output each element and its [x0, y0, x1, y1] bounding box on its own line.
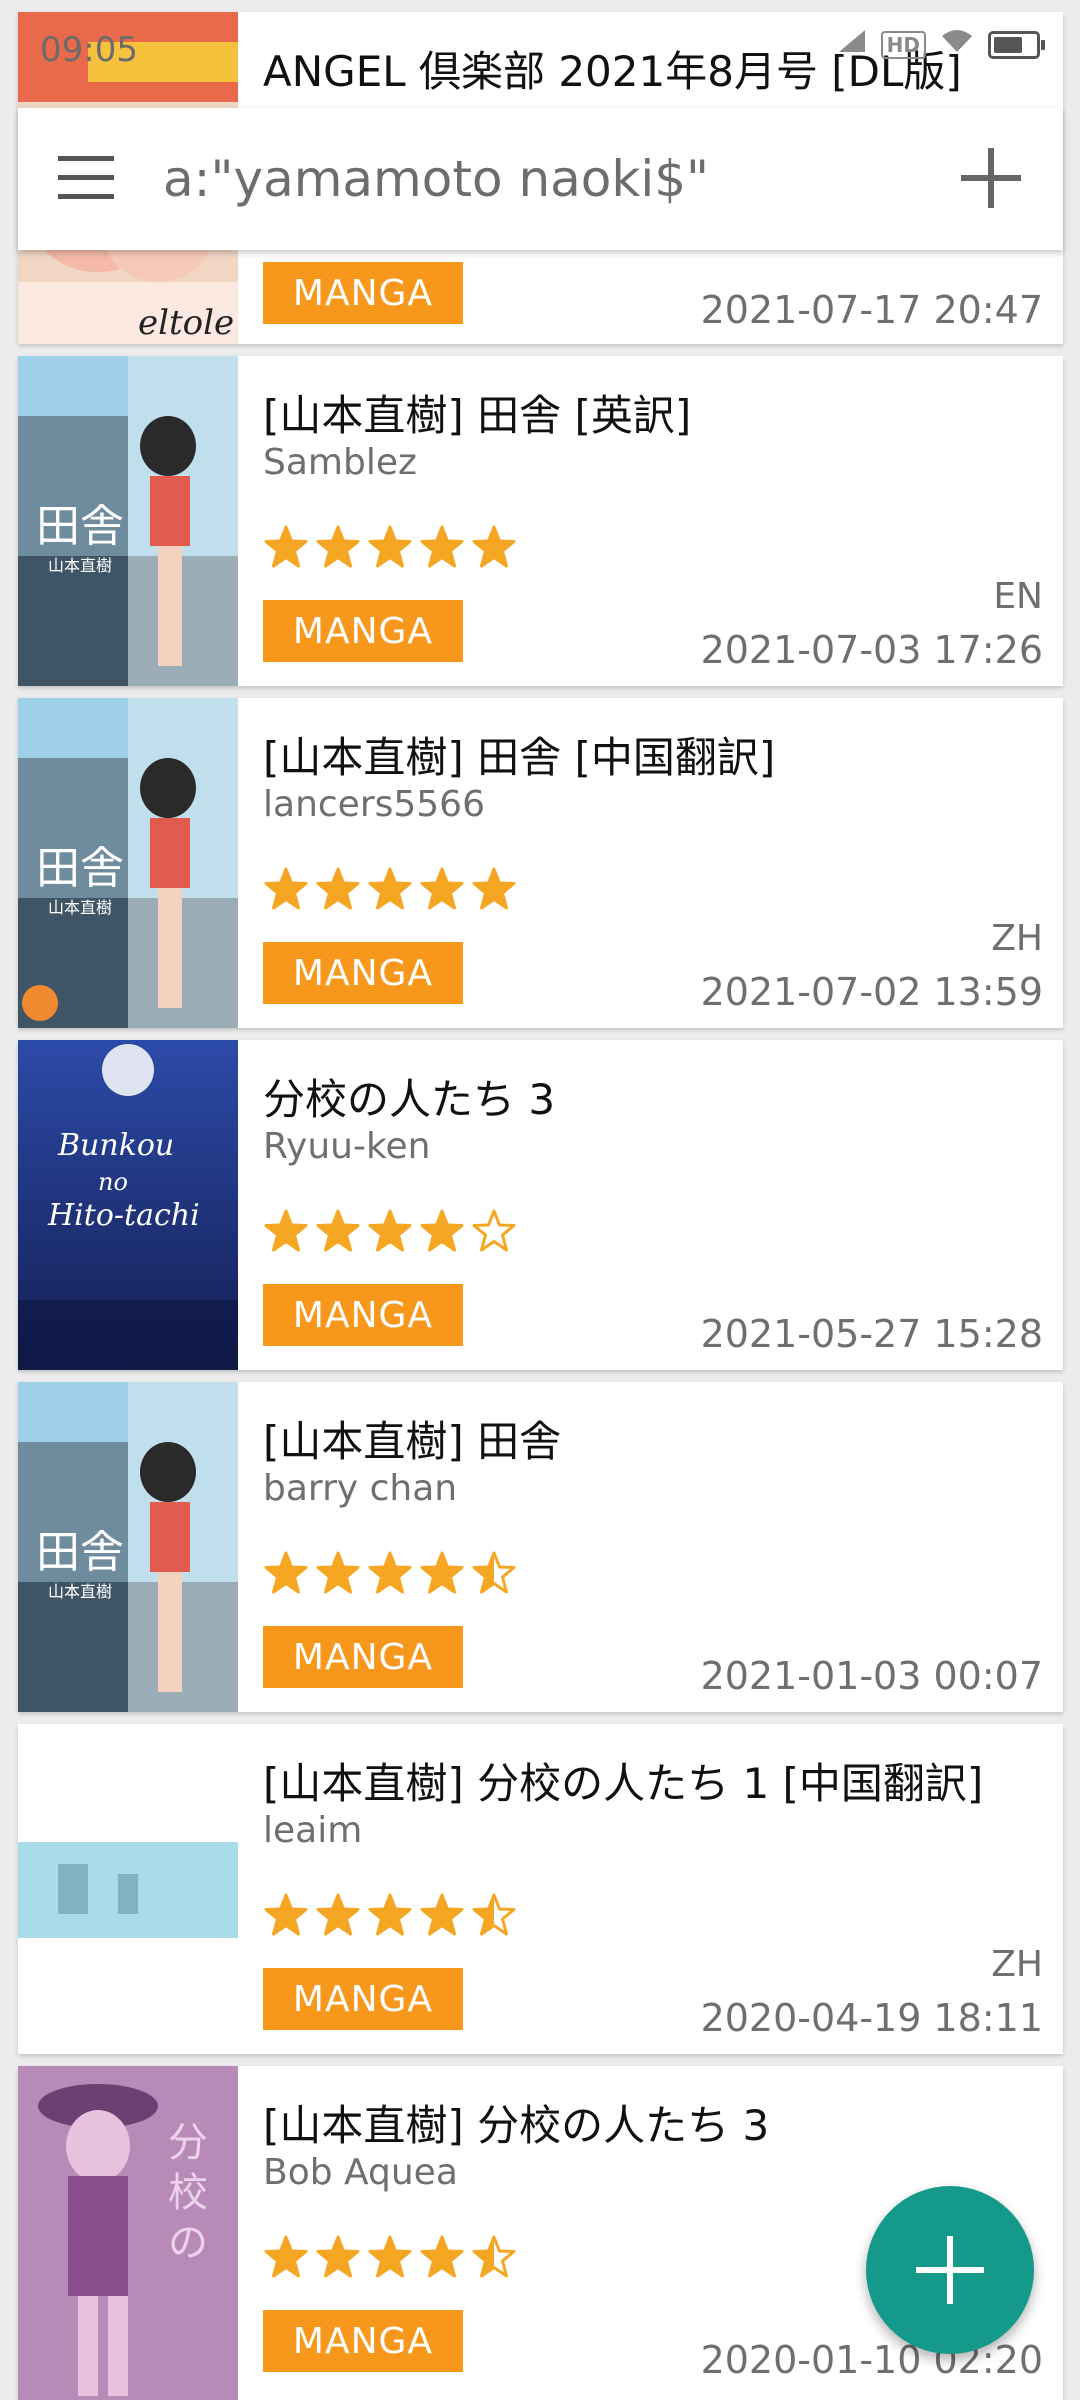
search-bar[interactable]: a:"yamamoto naoki$": [18, 108, 1063, 250]
upload-date: 2020-01-10 02:20: [700, 2338, 1043, 2382]
uploader-name: Bob Aquea: [263, 2152, 458, 2193]
cover-thumbnail: 分 校 の: [18, 2066, 238, 2400]
star-full-icon: [264, 525, 308, 568]
gallery-card[interactable]: 田舎 山本直樹 [山本直樹] 田舎 [英訳] Samblez MANGA EN …: [18, 356, 1063, 686]
star-full-icon: [420, 867, 464, 910]
add-fab-button[interactable]: [866, 2186, 1034, 2354]
star-full-icon: [316, 1551, 360, 1594]
star-full-icon: [316, 1893, 360, 1936]
star-full-icon: [420, 1209, 464, 1252]
star-full-icon: [472, 525, 516, 568]
gallery-card[interactable]: 田舎 山本直樹 [山本直樹] 田舎 [中国翻訳] lancers5566 MAN…: [18, 698, 1063, 1028]
language-label: ZH: [991, 1944, 1043, 1985]
svg-text:no: no: [98, 1168, 128, 1196]
star-full-icon: [316, 867, 360, 910]
svg-text:eltole: eltole: [138, 303, 234, 343]
star-full-icon: [368, 1893, 412, 1936]
rating-stars: [263, 1550, 517, 1596]
gallery-card[interactable]: [山本直樹] 分校の人たち 1 [中国翻訳] leaim MANGA ZH 20…: [18, 1724, 1063, 2054]
gallery-title: [山本直樹] 田舎 [英訳]: [263, 391, 692, 440]
category-badge: MANGA: [263, 1284, 463, 1346]
star-full-icon: [264, 1893, 308, 1936]
uploader-name: Samblez: [263, 442, 417, 483]
upload-date: 2020-04-19 18:11: [700, 1996, 1043, 2040]
cover-thumbnail: 田舎 山本直樹: [18, 1382, 238, 1712]
category-badge: MANGA: [263, 1968, 463, 2030]
rating-stars: [263, 524, 517, 570]
gallery-card[interactable]: Bunkou no Hito-tachi 分校の人たち 3 Ryuu-ken M…: [18, 1040, 1063, 1370]
star-full-icon: [264, 1209, 308, 1252]
star-full-icon: [368, 1551, 412, 1594]
category-badge: MANGA: [263, 1626, 463, 1688]
uploader-name: lancers5566: [263, 784, 485, 825]
rating-stars: [263, 1208, 517, 1254]
star-full-icon: [368, 2235, 412, 2278]
menu-icon[interactable]: [58, 156, 114, 200]
category-badge: MANGA: [263, 942, 463, 1004]
svg-text:Hito-tachi: Hito-tachi: [47, 1198, 200, 1233]
upload-date: 2021-07-17 20:47: [700, 288, 1043, 332]
star-full-icon: [368, 867, 412, 910]
rating-stars: [263, 1892, 517, 1938]
svg-text:分: 分: [168, 2120, 208, 2166]
star-half-icon: [472, 1893, 516, 1936]
gallery-card[interactable]: 田舎 山本直樹 [山本直樹] 田舎 barry chan MANGA 2021-…: [18, 1382, 1063, 1712]
star-full-icon: [420, 1893, 464, 1936]
upload-date: 2021-07-03 17:26: [700, 628, 1043, 672]
star-full-icon: [316, 1209, 360, 1252]
cover-thumbnail: Bunkou no Hito-tachi: [18, 1040, 238, 1370]
rating-stars: [263, 2234, 517, 2280]
star-full-icon: [420, 525, 464, 568]
rating-stars: [263, 866, 517, 912]
upload-date: 2021-05-27 15:28: [700, 1312, 1043, 1356]
uploader-name: Ryuu-ken: [263, 1126, 431, 1167]
star-full-icon: [316, 2235, 360, 2278]
category-badge: MANGA: [263, 262, 463, 324]
star-full-icon: [420, 1551, 464, 1594]
upload-date: 2021-07-02 13:59: [700, 970, 1043, 1014]
star-full-icon: [368, 525, 412, 568]
gallery-title: 分校の人たち 3: [263, 1075, 556, 1124]
svg-text:の: の: [168, 2220, 208, 2266]
category-badge: MANGA: [263, 600, 463, 662]
add-icon[interactable]: [957, 144, 1025, 212]
language-label: EN: [993, 576, 1043, 617]
star-full-icon: [316, 525, 360, 568]
star-full-icon: [368, 1209, 412, 1252]
star-full-icon: [264, 2235, 308, 2278]
svg-text:山本直樹: 山本直樹: [48, 1582, 112, 1601]
category-badge: MANGA: [263, 2310, 463, 2372]
cover-thumbnail: [18, 1724, 238, 2054]
cover-thumbnail: 田舎 山本直樹: [18, 698, 238, 1028]
upload-date: 2021-01-03 00:07: [700, 1654, 1043, 1698]
svg-text:田舎: 田舎: [36, 501, 124, 552]
star-full-icon: [420, 2235, 464, 2278]
star-full-icon: [264, 1551, 308, 1594]
star-full-icon: [472, 867, 516, 910]
language-label: ZH: [991, 918, 1043, 959]
svg-text:山本直樹: 山本直樹: [48, 898, 112, 917]
plus-icon: [916, 2236, 984, 2304]
gallery-title: ANGEL 倶楽部 2021年8月号 [DL版]: [263, 47, 962, 96]
star-empty-icon: [472, 1209, 516, 1252]
star-half-icon: [472, 2235, 516, 2278]
svg-text:Bunkou: Bunkou: [57, 1128, 174, 1163]
uploader-name: leaim: [263, 1810, 363, 1851]
gallery-title: [山本直樹] 田舎 [中国翻訳]: [263, 733, 776, 782]
gallery-title: [山本直樹] 分校の人たち 3: [263, 2101, 770, 2150]
svg-text:田舎: 田舎: [36, 843, 124, 894]
cover-thumbnail: 田舎 山本直樹: [18, 356, 238, 686]
gallery-title: [山本直樹] 分校の人たち 1 [中国翻訳]: [263, 1759, 984, 1808]
svg-text:田舎: 田舎: [36, 1527, 124, 1578]
svg-text:校: 校: [168, 2170, 208, 2216]
star-half-icon: [472, 1551, 516, 1594]
star-full-icon: [264, 867, 308, 910]
gallery-title: [山本直樹] 田舎: [263, 1417, 562, 1466]
uploader-name: barry chan: [263, 1468, 458, 1509]
svg-text:山本直樹: 山本直樹: [48, 556, 112, 575]
search-query[interactable]: a:"yamamoto naoki$": [163, 150, 709, 208]
